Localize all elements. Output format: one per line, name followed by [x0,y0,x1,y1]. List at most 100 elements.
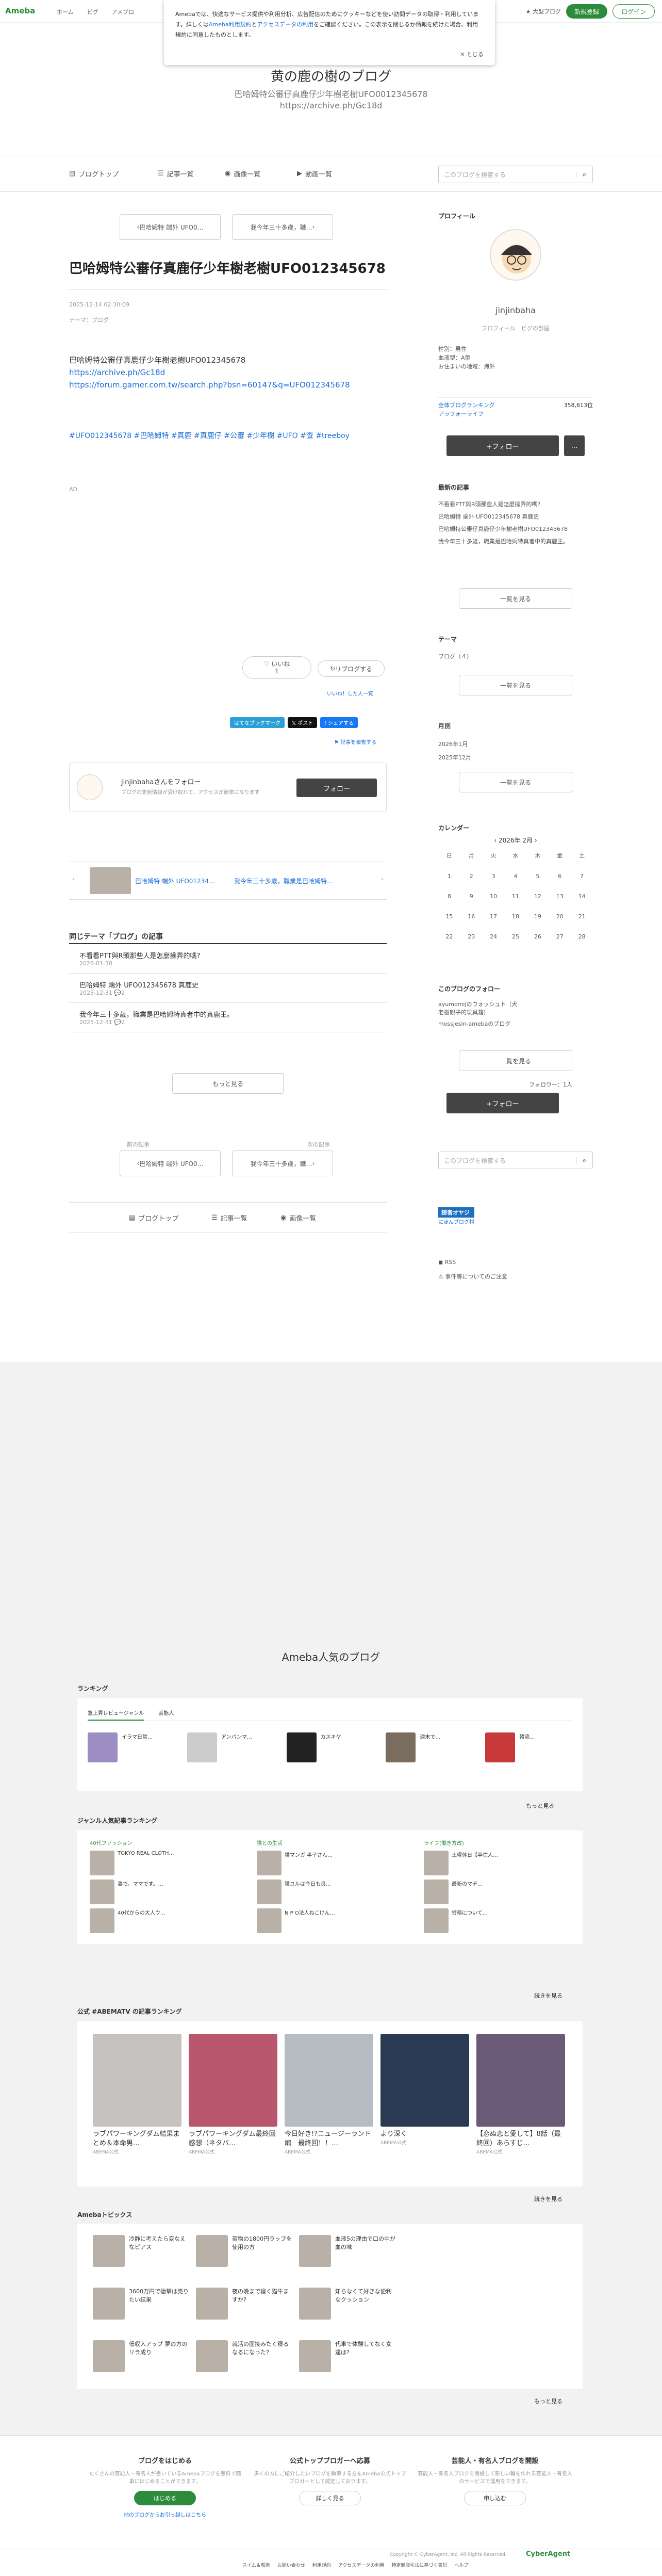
topics-more-link[interactable]: もっと見る [534,2397,562,2405]
following-more-button[interactable]: 一覧を見る [459,1050,572,1071]
footer-link[interactable]: ヘルプ [454,2562,468,2568]
abema-more-link[interactable]: 続きを見る [534,2195,562,2203]
topic-item[interactable]: 低収入アップ 夢の方のリラ成り [93,2340,191,2377]
topic-item[interactable]: 荷物の1800円ラップを使用の方 [196,2235,294,2272]
footer-link[interactable]: 利用規約 [312,2562,331,2568]
topic-item[interactable]: 就活の面接みたく寝るなるになった？ [196,2340,294,2377]
report-article-link[interactable]: ⚑ 記事を報告する [334,738,376,746]
side-follow-button[interactable]: +フォロー [446,1093,559,1113]
side-search-input[interactable]: このブログを検索する [439,1156,576,1165]
recent-item[interactable]: 不看看PTT與R頭那些人是怎麼操弄的嗎? [438,498,593,511]
topic-item[interactable]: 夜の晩まで寝く猫牛ますか? [196,2288,294,2325]
theme-more-button[interactable]: 一覧を見る [459,675,572,695]
search-icon[interactable]: ⌕ [576,1156,592,1164]
terms-link[interactable]: Ameba利用規約 [209,21,252,28]
topic-item[interactable]: 代車で体験してなく女達は? [299,2340,397,2377]
footer-link[interactable]: お問い合わせ [277,2562,305,2568]
footer-link[interactable]: アクセスデータの利用 [338,2562,385,2568]
following-item[interactable]: mossjesin-amebaのブログ [438,1018,593,1030]
register-button[interactable]: 新規登録 [566,4,607,19]
genre-item[interactable]: 妻で。ママです。… [90,1880,236,1904]
hashtag[interactable]: #treeboy [316,432,350,440]
bottom-nav-images[interactable]: ◉ 画像一覧 [280,1213,316,1223]
ranking-more-link[interactable]: もっと見る [526,1802,554,1810]
bottom-nav-list[interactable]: ☰ 記事一覧 [211,1213,247,1223]
genre-item[interactable]: 40代からの大人ウ… [90,1908,236,1933]
ranking-item[interactable]: イラマ日常… [88,1732,175,1762]
genre-item[interactable]: N P O法人ねこけん… [257,1908,403,1933]
hashtag[interactable]: #巴哈姆特 [134,432,169,440]
abema-item[interactable]: 【恋ぬ恋と愛して】8話（最終回）あらすじ… ABEMA公式 [476,2034,565,2174]
footer-link[interactable]: スイム＆報告 [242,2562,270,2568]
genre-name[interactable]: 40代ファッション [90,1839,236,1846]
access-data-link[interactable]: アクセスデータの利用 [257,21,313,28]
abema-item[interactable]: より深く ABEMA公式 [380,2034,469,2174]
genre-item[interactable]: 猫ユルは今日も良… [257,1880,403,1904]
hatena-bookmark-button[interactable]: はてなブックマーク [230,717,285,728]
chevron-right-icon[interactable]: › [533,837,537,844]
genre-item[interactable]: TOKYO REAL CLOTH… [90,1851,236,1875]
notice-link[interactable]: ⚠ 事件等についてのご注意 [438,1272,507,1281]
big-blog-link[interactable]: ★ 大型ブログ [526,7,561,15]
article-title[interactable]: 巴哈姆特公審仔真鹿仔少年樹老樹UFO012345678 [69,258,387,290]
search-icon[interactable]: ⌕ [576,170,592,179]
hashtag[interactable]: #UFO [277,432,298,440]
profile-avatar[interactable] [490,229,541,281]
top-blogger-button[interactable]: 詳しく見る [299,2491,361,2505]
ranking-item[interactable]: 週末で… [386,1732,473,1762]
migrate-link[interactable]: 他のブログからお引っ越しはこちら [88,2510,242,2518]
x-post-button[interactable]: 𝕏 ポスト [288,717,318,728]
hashtag[interactable]: #少年樹 [246,432,274,440]
like-button[interactable]: ♡ いいね 1 [242,656,311,679]
genre-name[interactable]: 猫との生活 [257,1839,403,1846]
recent-item[interactable]: 巴哈姆特 端外 UFO012345678 真鹿史 [438,511,593,523]
abema-item[interactable]: 今日好き!?ニュージーランド編 最終回！！… ABEMA公式 [285,2034,373,2174]
start-blog-button[interactable]: はじめる [134,2491,196,2505]
recent-item[interactable]: 巴哈姆特公審仔真鹿仔少年樹老樹UFO012345678 [438,523,593,536]
related-prev-thumbnail[interactable] [90,867,131,894]
ranking-item[interactable]: 韓流… [485,1732,572,1762]
hashtag[interactable]: #公審 [224,432,244,440]
profile-name[interactable]: jinjinbaha [438,305,593,315]
related-prev-title[interactable]: 巴哈姆特 端外 UFO01234… [135,877,215,885]
monthly-more-button[interactable]: 一覧を見る [459,772,572,792]
reblog-button[interactable]: ↻ リブログする [318,660,385,677]
ranking-item[interactable]: カスキヤ [286,1732,374,1762]
more-button[interactable]: もっと見る [172,1073,284,1094]
following-item[interactable]: ayumomijのウォッシュト（犬老樹親子的玩具箱) [438,999,521,1018]
hashtag[interactable]: #真鹿仔 [194,432,222,440]
nav-video-list[interactable]: ▶ 動画一覧 [297,169,332,179]
monthly-item[interactable]: 2026年1月 [438,738,593,751]
article-link-archive[interactable]: https://archive.ph/Gc18d [69,366,389,379]
list-item[interactable]: 不看看PTT與R頭那些人是怎麼操弄的嗎? 2026-01-30 [69,944,387,974]
tab-rising[interactable]: 急上昇レビュージャンル [88,1709,144,1721]
rss-link[interactable]: ◼ RSS [438,1259,456,1266]
topic-item[interactable]: 知らなくて好きな便利なクッション [299,2288,397,2325]
recent-item[interactable]: 我今年三十多歲，職業是巴哈姆特真者中的真鹿王。 [438,536,593,548]
celebrity-button[interactable]: 申し込む [464,2491,526,2505]
list-item[interactable]: 我今年三十多歲，職業是巴哈姆特真者中的真鹿王。 2025-12-31 💬2 [69,1003,387,1032]
ranking-item[interactable]: アンパンマ… [187,1732,274,1762]
genre-item[interactable]: 土曜休日【半住人… [424,1851,570,1875]
consent-close-button[interactable]: ✕ とじる [460,50,484,60]
genre-more-link[interactable]: 続きを見る [534,1991,562,2000]
topic-item[interactable]: 血液5の理由で口の中が血の味 [299,2235,397,2272]
list-item[interactable]: 巴哈姆特 端外 UFO012345678 真鹿史 2025-12-31 💬2 [69,974,387,1003]
hashtag[interactable]: #真鹿 [171,432,192,440]
recent-more-button[interactable]: 一覧を見る [459,588,572,609]
genre-item[interactable]: 最新のマデ… [424,1880,570,1904]
ranking-link-2[interactable]: アラフォーライフ [438,410,593,418]
nav-blog-top[interactable]: ▤ ブログトップ [69,169,119,179]
cyberagent-logo[interactable]: CyberAgent [526,2550,570,2558]
monthly-item[interactable]: 2025年12月 [438,751,593,765]
profile-follow-button[interactable]: +フォロー [446,435,559,456]
blog-title[interactable]: 黄の鹿の樹のブログ [0,66,662,85]
login-button[interactable]: ログイン [612,4,655,19]
genre-name[interactable]: ライフ(働き方改) [424,1839,570,1846]
next-article-button[interactable]: 我今年三十多歲，職… › [232,214,333,240]
follow-button[interactable]: フォロー [296,779,377,797]
abema-item[interactable]: ラブパワーキングダム結果まとめ＆本命男… ABEMA公式 [93,2034,181,2174]
hashtag[interactable]: #查 [300,432,313,440]
hashtag[interactable]: #UFO012345678 [69,432,131,440]
tab-celebrity[interactable]: 芸能人 [158,1709,174,1721]
